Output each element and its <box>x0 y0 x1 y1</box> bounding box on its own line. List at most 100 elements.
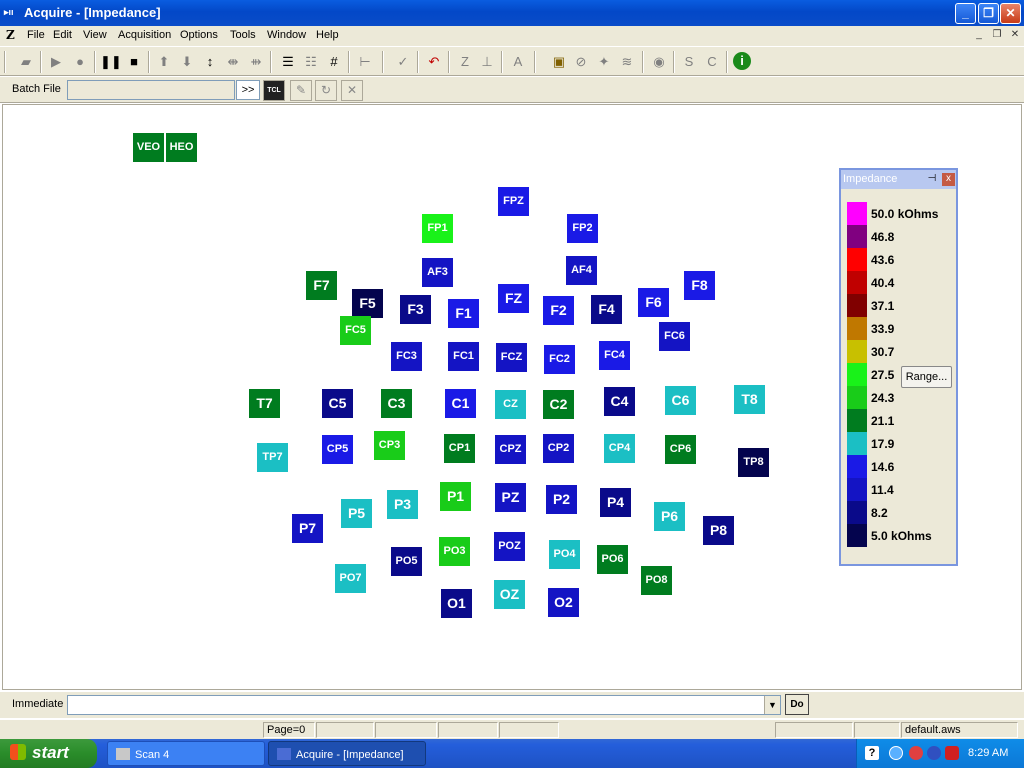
help-icon[interactable]: ? <box>865 746 879 760</box>
electrode-poz[interactable]: POZ <box>494 532 525 561</box>
network-icon[interactable] <box>909 746 923 760</box>
do-button[interactable]: Do <box>785 694 809 715</box>
electrode-p6[interactable]: P6 <box>654 502 685 531</box>
electrode-fc1[interactable]: FC1 <box>448 342 479 371</box>
undo-arrow-icon[interactable]: ↶ <box>424 52 444 72</box>
minimize-button[interactable]: _ <box>955 3 976 24</box>
batch-file-input[interactable] <box>67 80 235 100</box>
electrode-fc6[interactable]: FC6 <box>659 322 690 351</box>
compress-icon[interactable]: ⇼ <box>223 52 243 72</box>
electrode-fc3[interactable]: FC3 <box>391 342 422 371</box>
electrode-f8[interactable]: F8 <box>684 271 715 300</box>
c-icon[interactable]: C <box>702 52 722 72</box>
shield-icon[interactable] <box>945 746 959 760</box>
play-icon[interactable]: ▶ <box>46 52 66 72</box>
electrode-p5[interactable]: P5 <box>341 499 372 528</box>
electrode-po8[interactable]: PO8 <box>641 566 672 595</box>
electrode-fcz[interactable]: FCZ <box>496 343 527 372</box>
reload-icon[interactable]: ↻ <box>315 80 337 101</box>
electrode-fp2[interactable]: FP2 <box>567 214 598 243</box>
expand-vertical-icon[interactable]: ↕ <box>200 52 220 72</box>
cancel-icon[interactable]: ✕ <box>341 80 363 101</box>
electrode-f3[interactable]: F3 <box>400 295 431 324</box>
electrode-t7[interactable]: T7 <box>249 389 280 418</box>
electrode-fc4[interactable]: FC4 <box>599 341 630 370</box>
mdi-close-button[interactable]: ✕ <box>1008 29 1022 42</box>
electrode-c1[interactable]: C1 <box>445 389 476 418</box>
electrode-p2[interactable]: P2 <box>546 485 577 514</box>
electrode-po5[interactable]: PO5 <box>391 547 422 576</box>
electrode-veo[interactable]: VEO <box>133 133 164 162</box>
restore-button[interactable]: ❐ <box>978 3 999 24</box>
batch-run-button[interactable]: >> <box>236 80 260 100</box>
electrode-p7[interactable]: P7 <box>292 514 323 543</box>
electrode-fz[interactable]: FZ <box>498 284 529 313</box>
electrode-fp1[interactable]: FP1 <box>422 214 453 243</box>
electrode-c5[interactable]: C5 <box>322 389 353 418</box>
eye-icon[interactable]: ◉ <box>649 52 669 72</box>
taskbar-item-scan[interactable]: Scan 4 <box>107 741 265 766</box>
electrode-c3[interactable]: C3 <box>381 389 412 418</box>
electrode-f6[interactable]: F6 <box>638 288 669 317</box>
electrode-c4[interactable]: C4 <box>604 387 635 416</box>
note-icon[interactable]: ▣ <box>549 52 569 72</box>
chevron-down-icon[interactable]: ▼ <box>764 696 780 714</box>
close-button[interactable]: ✕ <box>1000 3 1021 24</box>
arrow-up-icon[interactable]: ⬆ <box>154 52 174 72</box>
electrode-f5[interactable]: F5 <box>352 289 383 318</box>
electrode-oz[interactable]: OZ <box>494 580 525 609</box>
electrode-af3[interactable]: AF3 <box>422 258 453 287</box>
electrode-cpz[interactable]: CPZ <box>495 435 526 464</box>
list-icon[interactable]: ☷ <box>301 52 321 72</box>
trigger-icon[interactable]: ⊥ <box>477 52 497 72</box>
back-arrow-icon[interactable] <box>889 746 903 760</box>
electrode-cp4[interactable]: CP4 <box>604 434 635 463</box>
menu-edit[interactable]: Edit <box>53 29 72 41</box>
electrode-po6[interactable]: PO6 <box>597 545 628 574</box>
shrink-icon[interactable]: ⇻ <box>246 52 266 72</box>
electrode-pz[interactable]: PZ <box>495 483 526 512</box>
electrode-po7[interactable]: PO7 <box>335 564 366 593</box>
electrode-p3[interactable]: P3 <box>387 490 418 519</box>
menu-acquisition[interactable]: Acquisition <box>118 29 171 41</box>
electrode-cp3[interactable]: CP3 <box>374 431 405 460</box>
electrode-tp8[interactable]: TP8 <box>738 448 769 477</box>
pause-icon[interactable]: ❚❚ <box>100 52 122 72</box>
electrode-af4[interactable]: AF4 <box>566 256 597 285</box>
electrode-cp1[interactable]: CP1 <box>444 434 475 463</box>
legend-close-button[interactable]: x <box>942 173 955 186</box>
menu-view[interactable]: View <box>83 29 107 41</box>
wand-icon[interactable]: ✦ <box>594 52 614 72</box>
taskbar-item-acquire[interactable]: Acquire - [Impedance] <box>268 741 426 766</box>
electrode-cp5[interactable]: CP5 <box>322 435 353 464</box>
electrode-p4[interactable]: P4 <box>600 488 631 517</box>
grid-icon[interactable]: # <box>324 52 344 72</box>
font-icon[interactable]: A <box>508 52 528 72</box>
electrode-tp7[interactable]: TP7 <box>257 443 288 472</box>
electrode-f7[interactable]: F7 <box>306 271 337 300</box>
electrode-cz[interactable]: CZ <box>495 390 526 419</box>
electrode-t8[interactable]: T8 <box>734 385 765 414</box>
start-button[interactable]: start <box>0 739 97 768</box>
electrode-po3[interactable]: PO3 <box>439 537 470 566</box>
menu-file[interactable]: File <box>27 29 45 41</box>
immediate-input[interactable] <box>67 695 781 715</box>
electrode-f1[interactable]: F1 <box>448 299 479 328</box>
electrode-fc5[interactable]: FC5 <box>340 316 371 345</box>
display-icon[interactable] <box>927 746 941 760</box>
pin-icon[interactable]: ⊣ <box>925 173 939 186</box>
mdi-minimize-button[interactable]: _ <box>972 29 986 42</box>
menu-options[interactable]: Options <box>180 29 218 41</box>
electrode-p8[interactable]: P8 <box>703 516 734 545</box>
menu-help[interactable]: Help <box>316 29 339 41</box>
tcl-script-icon[interactable]: TCL <box>263 80 285 101</box>
open-folder-icon[interactable]: ▰ <box>16 52 36 72</box>
list-sort-icon[interactable]: ☰ <box>278 52 298 72</box>
electrode-fc2[interactable]: FC2 <box>544 345 575 374</box>
record-icon[interactable]: ● <box>70 52 90 72</box>
erase-icon[interactable]: ⊘ <box>571 52 591 72</box>
electrode-po4[interactable]: PO4 <box>549 540 580 569</box>
electrode-c6[interactable]: C6 <box>665 386 696 415</box>
electrode-cp2[interactable]: CP2 <box>543 434 574 463</box>
electrode-fpz[interactable]: FPZ <box>498 187 529 216</box>
